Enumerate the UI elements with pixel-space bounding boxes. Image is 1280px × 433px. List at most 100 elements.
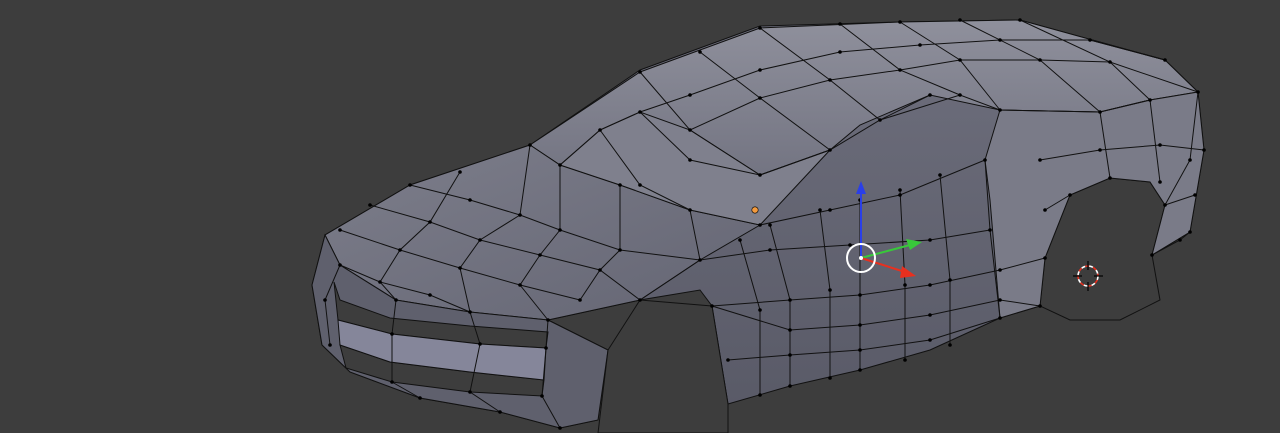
mesh-vertex[interactable] [998, 316, 1002, 320]
mesh-vertex[interactable] [788, 298, 792, 302]
mesh-vertex[interactable] [758, 96, 762, 100]
mesh-vertex[interactable] [1098, 110, 1102, 114]
mesh-vertex[interactable] [958, 93, 962, 97]
mesh-vertex[interactable] [958, 18, 962, 22]
mesh-vertex[interactable] [1158, 143, 1162, 147]
mesh-vertex[interactable] [758, 26, 762, 30]
mesh-vertex[interactable] [398, 248, 402, 252]
mesh-vertex[interactable] [928, 238, 932, 242]
mesh-vertex[interactable] [698, 50, 702, 54]
mesh-vertex[interactable] [378, 280, 382, 284]
mesh-vertex[interactable] [828, 376, 832, 380]
mesh-vertex[interactable] [638, 183, 642, 187]
mesh-vertex[interactable] [768, 223, 772, 227]
mesh-vertex[interactable] [983, 158, 987, 162]
mesh-vertex[interactable] [540, 394, 544, 398]
mesh-vertex[interactable] [828, 208, 832, 212]
mesh-vertex[interactable] [390, 380, 394, 384]
mesh-vertex[interactable] [726, 358, 730, 362]
mesh-vertex[interactable] [338, 228, 342, 232]
mesh-vertex[interactable] [1038, 304, 1042, 308]
mesh-vertex[interactable] [898, 188, 902, 192]
mesh-vertex[interactable] [468, 390, 472, 394]
mesh-vertex[interactable] [546, 318, 550, 322]
mesh-vertex[interactable] [938, 173, 942, 177]
mesh-vertex[interactable] [1088, 38, 1092, 42]
mesh-vertex[interactable] [788, 353, 792, 357]
mesh-vertex[interactable] [618, 183, 622, 187]
mesh-vertex[interactable] [758, 393, 762, 397]
mesh-vertex[interactable] [1163, 58, 1167, 62]
mesh-vertex[interactable] [598, 268, 602, 272]
mesh-vertex[interactable] [878, 118, 882, 122]
mesh-vertex[interactable] [428, 220, 432, 224]
mesh-vertex[interactable] [1148, 98, 1152, 102]
mesh-vertex[interactable] [618, 248, 622, 252]
mesh-vertex[interactable] [544, 346, 548, 350]
mesh-vertex[interactable] [458, 266, 462, 270]
mesh-vertex[interactable] [788, 328, 792, 332]
mesh-vertex[interactable] [928, 93, 932, 97]
mesh-vertex[interactable] [688, 128, 692, 132]
mesh-vertex[interactable] [858, 323, 862, 327]
mesh-vertex[interactable] [998, 38, 1002, 42]
object-origin-dot[interactable] [751, 206, 759, 214]
mesh-vertex[interactable] [1158, 180, 1162, 184]
mesh-vertex[interactable] [394, 298, 398, 302]
mesh-vertex[interactable] [1038, 58, 1042, 62]
mesh-vertex[interactable] [1098, 148, 1102, 152]
mesh-vertex[interactable] [478, 342, 482, 346]
mesh-vertex[interactable] [518, 213, 522, 217]
mesh-vertex[interactable] [988, 228, 992, 232]
mesh-vertex[interactable] [788, 384, 792, 388]
mesh-vertex[interactable] [1188, 158, 1192, 162]
mesh-vertex[interactable] [498, 410, 502, 414]
mesh-vertex[interactable] [903, 358, 907, 362]
mesh-vertex[interactable] [948, 343, 952, 347]
mesh-vertex[interactable] [468, 198, 472, 202]
mesh-vertex[interactable] [1038, 158, 1042, 162]
mesh-vertex[interactable] [768, 248, 772, 252]
mesh-vertex[interactable] [758, 223, 762, 227]
mesh-vertex[interactable] [848, 243, 852, 247]
mesh-vertex[interactable] [418, 396, 422, 400]
mesh-vertex[interactable] [428, 293, 432, 297]
mesh-vertex[interactable] [1178, 238, 1182, 242]
mesh-vertex[interactable] [1193, 193, 1197, 197]
mesh-vertex[interactable] [558, 228, 562, 232]
mesh-vertex[interactable] [738, 238, 742, 242]
mesh-vertex[interactable] [1043, 208, 1047, 212]
mesh-vertex[interactable] [1163, 203, 1167, 207]
mesh-vertex[interactable] [858, 368, 862, 372]
mesh-vertex[interactable] [948, 278, 952, 282]
mesh-vertex[interactable] [698, 258, 702, 262]
mesh-vertex[interactable] [328, 343, 332, 347]
mesh-vertex[interactable] [688, 208, 692, 212]
mesh-vertex[interactable] [1188, 230, 1192, 234]
mesh-vertex[interactable] [838, 50, 842, 54]
mesh-vertex[interactable] [468, 310, 472, 314]
mesh-vertex[interactable] [688, 93, 692, 97]
mesh-vertex[interactable] [903, 283, 907, 287]
mesh-vertex[interactable] [578, 298, 582, 302]
mesh-vertex[interactable] [828, 148, 832, 152]
mesh-vertex[interactable] [538, 253, 542, 257]
mesh-vertex[interactable] [818, 208, 822, 212]
mesh-vertex[interactable] [558, 163, 562, 167]
mesh-vertex[interactable] [688, 158, 692, 162]
mesh-vertex[interactable] [918, 43, 922, 47]
mesh-vertex[interactable] [710, 304, 714, 308]
mesh-vertex[interactable] [838, 22, 842, 26]
mesh-vertex[interactable] [458, 170, 462, 174]
mesh-vertex[interactable] [558, 426, 562, 430]
mesh-vertex[interactable] [998, 108, 1002, 112]
mesh-vertex[interactable] [828, 288, 832, 292]
viewport-canvas[interactable] [0, 0, 1280, 433]
mesh-vertex[interactable] [1108, 60, 1112, 64]
mesh-vertex[interactable] [518, 283, 522, 287]
mesh-vertex[interactable] [758, 68, 762, 72]
mesh-vertex[interactable] [323, 298, 327, 302]
mesh-vertex[interactable] [858, 348, 862, 352]
mesh-vertex[interactable] [828, 78, 832, 82]
mesh-vertex[interactable] [390, 332, 394, 336]
